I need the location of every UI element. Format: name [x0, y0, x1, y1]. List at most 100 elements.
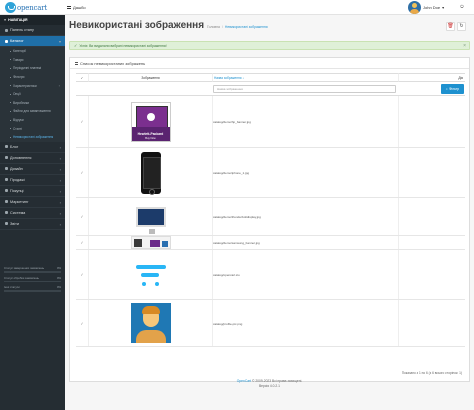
sidebar-item-4[interactable]: Покупці › — [0, 186, 65, 197]
action-cell — [398, 236, 465, 249]
user-menu[interactable]: John Doe ▾ — [408, 1, 444, 14]
select-all-checkbox[interactable]: ✓ — [76, 73, 88, 82]
sidebar-item-catalog[interactable]: Каталог ▾ — [0, 36, 65, 47]
profile-hair — [141, 306, 160, 314]
chevron-right-icon: › — [59, 210, 61, 216]
sidebar-subitem-label: Файли для завантаження — [13, 109, 51, 114]
action-cell — [398, 300, 465, 346]
sidebar-subitem-8[interactable]: Відгуки — [0, 115, 65, 125]
action-cell — [398, 96, 465, 147]
row-checkbox[interactable]: ✓ — [80, 120, 84, 124]
row-checkbox[interactable]: ✓ — [80, 321, 84, 326]
stat-label: Статус обробки замовлень — [4, 275, 39, 280]
row-checkbox[interactable]: ✓ — [80, 273, 84, 277]
sidebar-item-label: Блог — [10, 144, 19, 149]
footer-link[interactable]: OpenCart — [237, 379, 251, 383]
column-header-name[interactable]: Назва зображення ↓ — [212, 73, 398, 82]
filter-name-input[interactable]: Назва зображення — [213, 85, 396, 93]
sidebar-item-1[interactable]: Доповнення › — [0, 153, 65, 164]
sidebar-subitem-7[interactable]: Файли для завантаження — [0, 107, 65, 116]
profile-body — [135, 330, 166, 343]
stat-value: 0% — [56, 266, 61, 270]
cog-icon — [5, 211, 8, 215]
image-cell — [88, 250, 212, 299]
alert-text: Успіх: Ви видалили вибрані невикористані… — [79, 43, 167, 48]
sidebar-subitem-9[interactable]: Статті — [0, 124, 65, 133]
sidebar-item-label: Каталог — [10, 39, 24, 43]
cart-bar — [140, 272, 159, 277]
logout-button[interactable]: ⏻ — [458, 4, 466, 9]
sidebar-item-dashboard[interactable]: Панель стану — [0, 25, 65, 36]
sidebar: ≡ НАВІГАЦІЯ Панель стану Каталог ▾ Катег… — [0, 15, 65, 410]
sidebar-item-5[interactable]: Маркетинг › — [0, 197, 65, 208]
header-actions: 🗑 ↻ — [446, 22, 466, 31]
sidebar-item-label: Панель стану — [10, 28, 34, 32]
chevron-right-icon: › — [59, 177, 61, 183]
sidebar-subitem-0[interactable]: Категорії — [0, 47, 65, 56]
puzzle-icon — [5, 156, 8, 160]
breadcrumb-current[interactable]: Невикористані зображення — [225, 25, 268, 29]
stat-row: Статус завершених замовлень 0% — [4, 266, 61, 270]
sidebar-item-0[interactable]: Блог › — [0, 142, 65, 153]
close-icon[interactable]: × — [463, 43, 466, 49]
sidebar-item-label: Продажі — [10, 177, 25, 182]
sidebar-item-label: Звіти — [10, 221, 20, 226]
banner-block — [149, 240, 160, 247]
logo-icon — [5, 2, 16, 13]
delete-button[interactable]: 🗑 — [446, 22, 455, 31]
row-checkbox[interactable]: ✓ — [80, 171, 84, 175]
sidebar-subitem-10[interactable]: Невикористані зображення — [0, 132, 65, 142]
stat-item: Статус обробки замовлень 0% — [4, 275, 61, 282]
sidebar-subitem-4[interactable]: Характеристики — [0, 81, 65, 90]
sidebar-item-3[interactable]: Продажі › — [0, 175, 65, 186]
tag-icon — [5, 39, 8, 43]
sidebar-subitem-label: Виробники — [13, 100, 29, 105]
sidebar-item-label: Система — [10, 210, 26, 215]
footer-version: Версія 4.0.2.1 — [258, 384, 281, 388]
stat-progress-bar — [4, 280, 61, 282]
sidebar-item-2[interactable]: Дизайн › — [0, 164, 65, 175]
action-cell — [398, 148, 465, 197]
sidebar-item-7[interactable]: Звіти › — [0, 219, 65, 230]
refresh-button[interactable]: ↻ — [457, 22, 466, 31]
sidebar-nav: Панель стану Каталог ▾ — [0, 25, 65, 47]
banner-brand-text: Hewlett-Packard — [137, 131, 164, 136]
row-checkbox[interactable]: ✓ — [80, 215, 84, 219]
filter-button[interactable]: ⌕ Фільтр — [441, 84, 464, 94]
sidebar-item-label: Доповнення — [10, 155, 32, 160]
sidebar-main-items: Блог › Доповнення › Дизайн › Продажі › Покупці › М… — [0, 142, 65, 230]
action-cell — [398, 250, 465, 299]
stat-progress-bar — [4, 290, 61, 292]
sidebar-subitem-label: Опції — [13, 92, 21, 97]
sidebar-subitem-5[interactable]: Опції — [0, 89, 65, 99]
sidebar-subitem-label: Товари — [13, 57, 24, 62]
menu-toggle-button[interactable]: Дашбо — [67, 5, 86, 10]
user-name: John Doe — [423, 5, 441, 10]
sidebar-subitem-6[interactable]: Виробники — [0, 98, 65, 108]
image-path: catalog/demo/iphone_1.jpg — [213, 171, 250, 175]
cart-wheel — [141, 281, 146, 286]
image-path: catalog/demo/thunderboltdisplay.jpg — [213, 215, 261, 219]
sidebar-item-6[interactable]: Система › — [0, 208, 65, 219]
sidebar-subitem-label: Періодичні платежі — [13, 66, 42, 71]
stat-value: 0% — [56, 275, 61, 280]
stat-progress-bar — [4, 271, 61, 273]
chevron-down-icon: ▾ — [58, 39, 61, 44]
filter-button-label: Фільтр — [448, 87, 460, 91]
stat-value: 0% — [56, 285, 61, 289]
order-stats: Статус завершених замовлень 0% Статус обро… — [0, 264, 65, 297]
image-path: catalog/opencart.ico — [213, 273, 240, 277]
table-row: ✓ catalog/demo/samsung_banner.jpg — [76, 236, 465, 250]
image-path: catalog/demo/hp_banner.jpg — [213, 120, 251, 124]
sidebar-subitem-3[interactable]: Фільтри — [0, 72, 65, 82]
breadcrumb-home[interactable]: Головна — [207, 25, 220, 29]
row-checkbox[interactable]: ✓ — [80, 241, 84, 245]
search-icon: ⌕ — [445, 87, 448, 91]
sidebar-subitem-2[interactable]: Періодичні платежі — [0, 64, 65, 73]
opencart-logo[interactable]: opencart — [5, 2, 47, 13]
sidebar-subitem-1[interactable]: Товари — [0, 55, 65, 65]
footer: OpenCart © 2009-2023 Всі права захищені.… — [65, 379, 474, 389]
table-row: ✓ Hewlett-Packard Buy Now catalog/demo/hp_b… — [76, 96, 465, 148]
thumbnail-image: Hewlett-Packard Buy Now — [130, 101, 171, 142]
bar-chart-icon — [5, 222, 8, 226]
